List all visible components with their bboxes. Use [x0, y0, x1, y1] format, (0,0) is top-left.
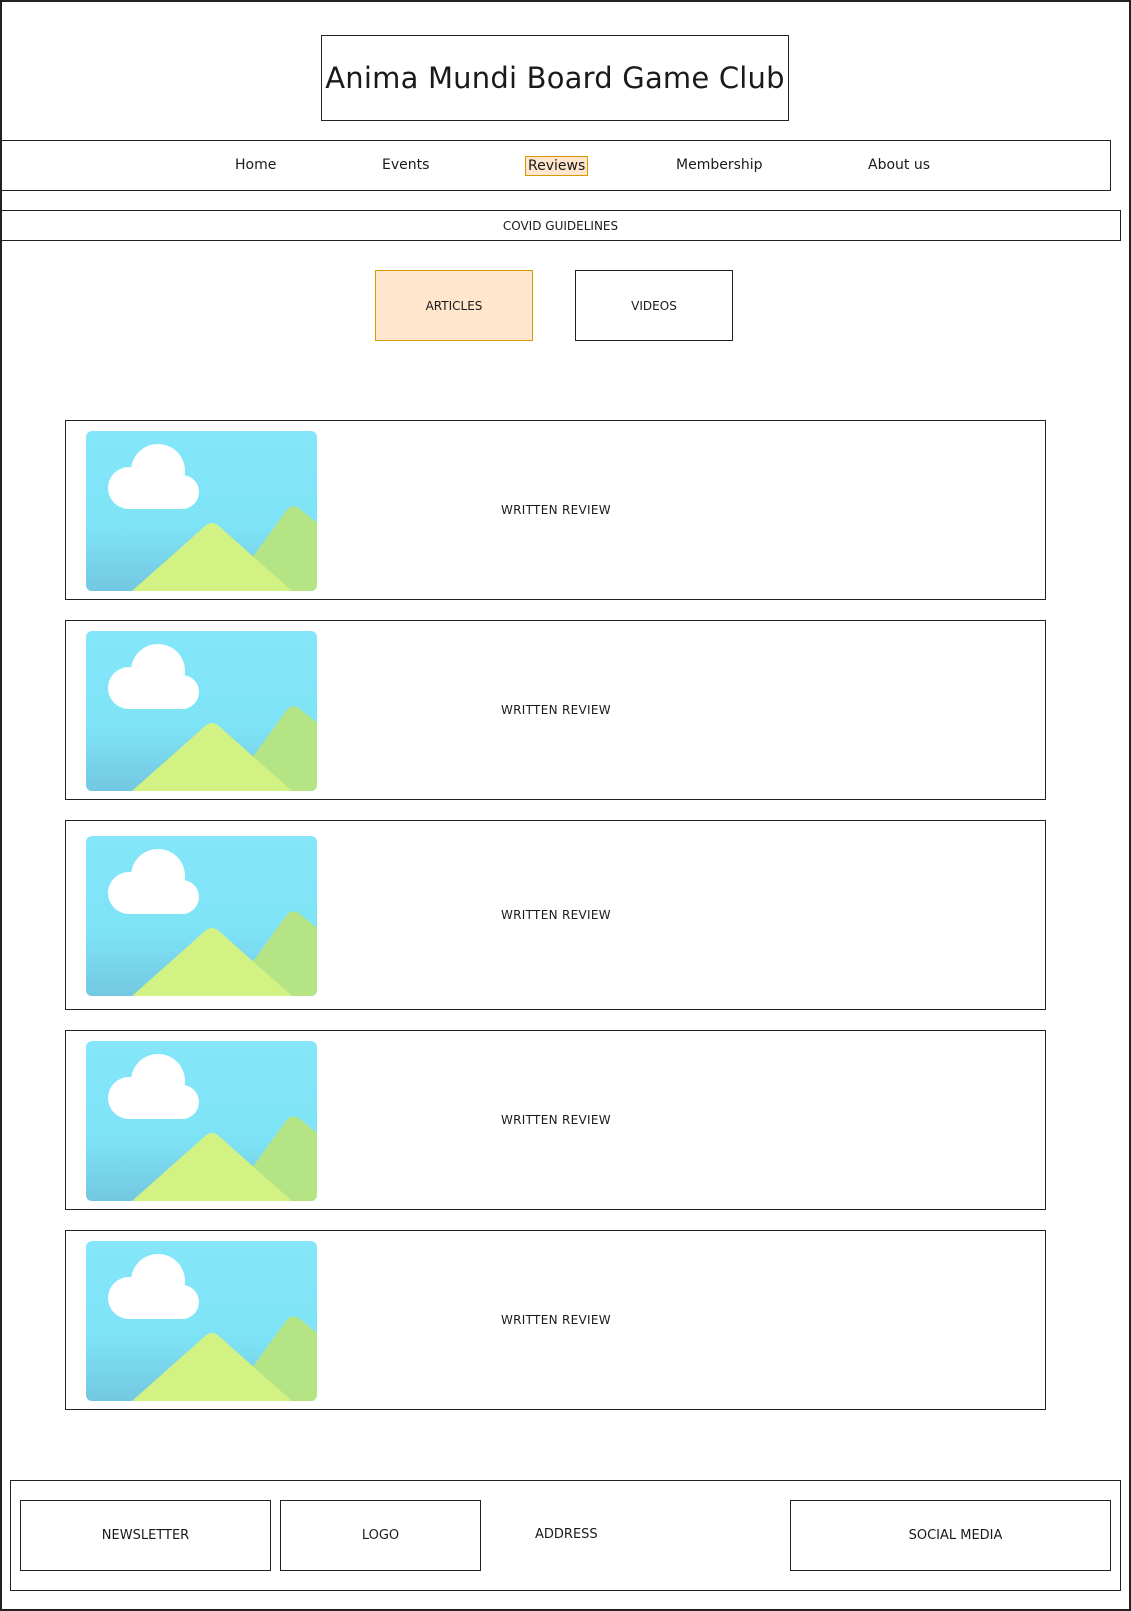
review-card-3[interactable]: WRITTEN REVIEW [65, 820, 1046, 1010]
review-label: WRITTEN REVIEW [501, 703, 611, 717]
review-card-5[interactable]: WRITTEN REVIEW [65, 1230, 1046, 1410]
tab-articles[interactable]: ARTICLES [375, 270, 533, 341]
covid-guidelines-banner[interactable]: COVID GUIDELINES [0, 210, 1121, 241]
footer-address: ADDRESS [535, 1527, 598, 1542]
nav-item-home[interactable]: Home [235, 157, 276, 173]
tab-articles-label: ARTICLES [425, 298, 483, 313]
footer-newsletter-label: NEWSLETTER [101, 1528, 190, 1543]
landscape-image-icon [86, 631, 317, 791]
nav-item-events[interactable]: Events [382, 157, 429, 173]
review-card-2[interactable]: WRITTEN REVIEW [65, 620, 1046, 800]
landscape-image-icon [86, 1041, 317, 1201]
tab-videos[interactable]: VIDEOS [575, 270, 733, 341]
nav-item-membership[interactable]: Membership [676, 157, 763, 173]
footer-logo-label: LOGO [361, 1528, 400, 1543]
tab-videos-label: VIDEOS [631, 298, 677, 313]
footer-social-media-label: SOCIAL MEDIA [908, 1528, 1003, 1543]
covid-guidelines-label: COVID GUIDELINES [502, 218, 619, 233]
footer-newsletter[interactable]: NEWSLETTER [20, 1500, 271, 1571]
review-label: WRITTEN REVIEW [501, 908, 611, 922]
review-label: WRITTEN REVIEW [501, 1113, 611, 1127]
landscape-image-icon [86, 431, 317, 591]
nav-item-reviews[interactable]: Reviews [525, 156, 589, 176]
review-label: WRITTEN REVIEW [501, 503, 611, 517]
landscape-image-icon [86, 1241, 317, 1401]
site-title: Anima Mundi Board Game Club [325, 61, 785, 95]
nav-item-about-us[interactable]: About us [868, 157, 930, 173]
site-title-box: Anima Mundi Board Game Club [321, 35, 789, 121]
landscape-image-icon [86, 836, 317, 996]
review-card-4[interactable]: WRITTEN REVIEW [65, 1030, 1046, 1210]
main-nav: Home Events Reviews Membership About us [0, 140, 1111, 191]
footer-logo: LOGO [280, 1500, 481, 1571]
footer-social-media[interactable]: SOCIAL MEDIA [790, 1500, 1111, 1571]
review-card-1[interactable]: WRITTEN REVIEW [65, 420, 1046, 600]
review-label: WRITTEN REVIEW [501, 1313, 611, 1327]
